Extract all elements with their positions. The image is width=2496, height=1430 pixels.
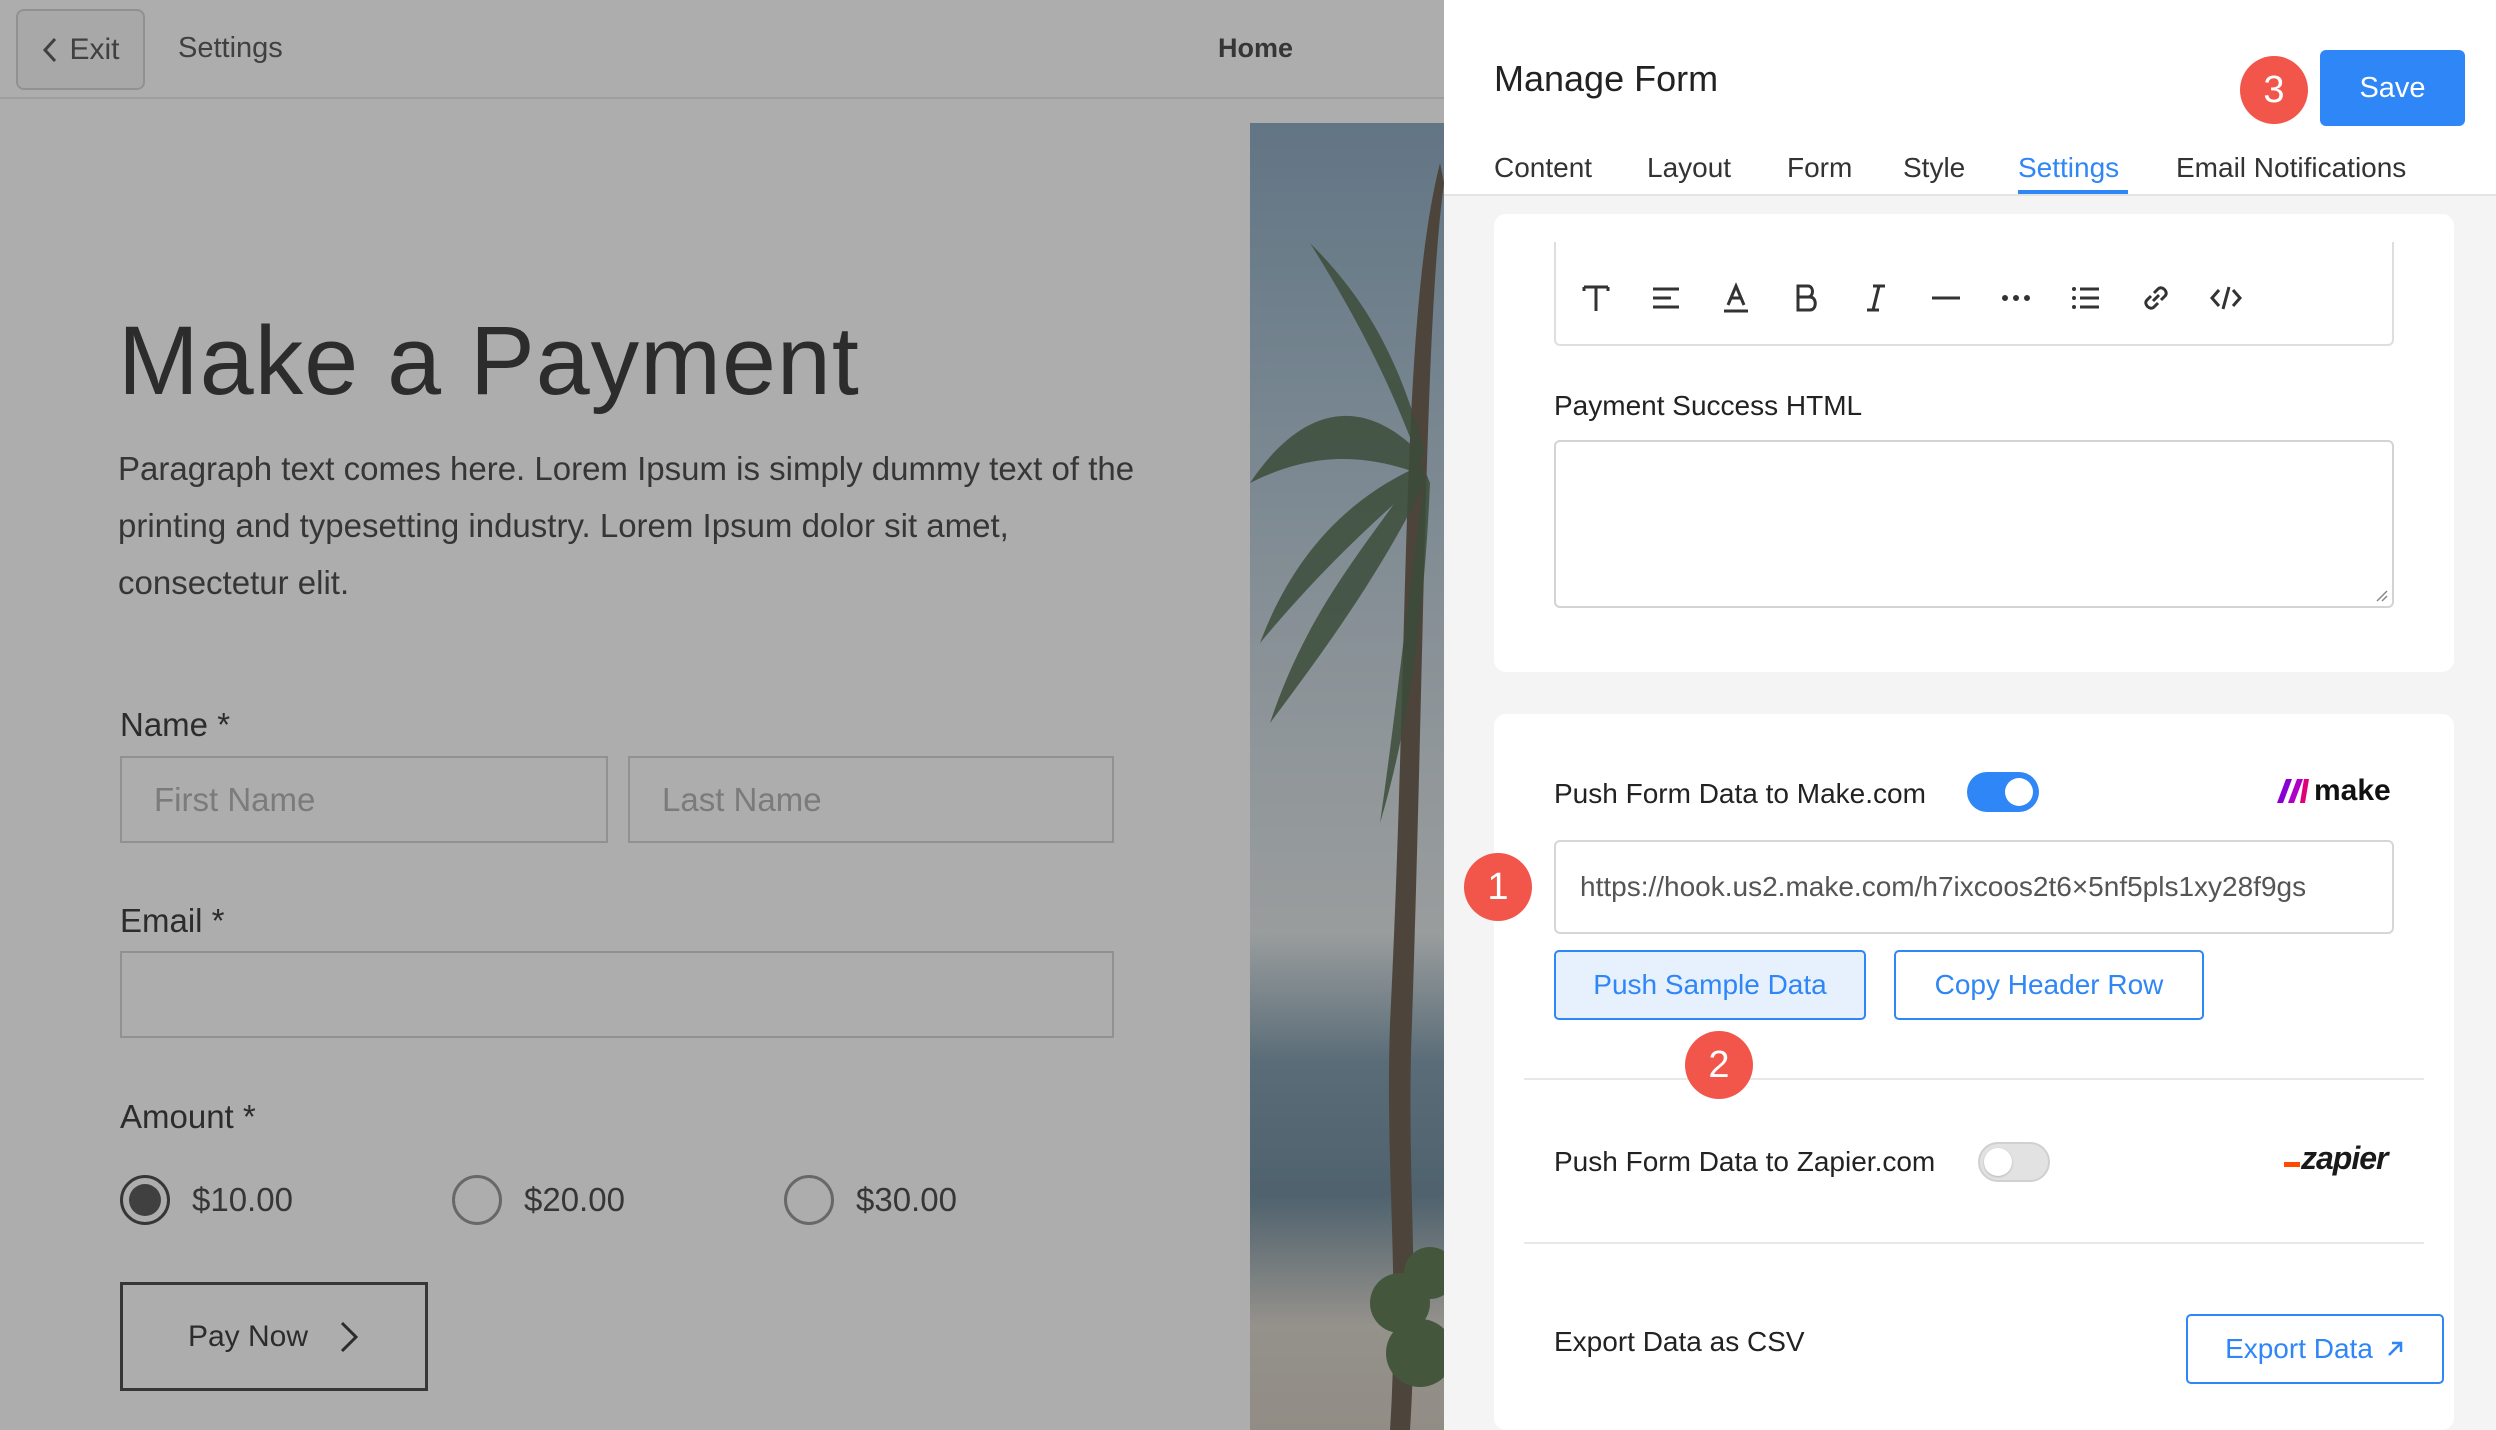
export-data-button[interactable]: Export Data	[2186, 1314, 2444, 1384]
payment-title: Make a Payment	[118, 306, 860, 415]
amount-radio-1[interactable]: $10.00	[120, 1175, 293, 1225]
manage-form-panel: Manage Form Save Content Layout Form Sty…	[1444, 0, 2496, 1430]
active-tab-indicator	[2018, 190, 2128, 194]
text-icon[interactable]	[1578, 280, 1614, 316]
toggle-knob	[1984, 1148, 2012, 1176]
email-input[interactable]	[120, 951, 1114, 1038]
tab-style[interactable]: Style	[1903, 152, 1965, 184]
site-preview: Exit Settings Home Make a Payment Paragr…	[0, 0, 1444, 1430]
amount-label: Amount *	[120, 1098, 256, 1135]
payment-success-textarea[interactable]	[1554, 440, 2394, 608]
email-label: Email *	[120, 902, 225, 939]
zapier-bar-icon	[2284, 1162, 2300, 1167]
align-icon[interactable]	[1648, 280, 1684, 316]
chevron-left-icon	[43, 37, 57, 62]
text-color-icon[interactable]	[1718, 280, 1754, 316]
zapier-logo-text: zapier	[2301, 1140, 2388, 1176]
horizontal-rule-icon[interactable]	[1928, 280, 1964, 316]
panel-title: Manage Form	[1494, 58, 1719, 99]
code-icon[interactable]	[2208, 280, 2244, 316]
copy-header-row-button[interactable]: Copy Header Row	[1894, 950, 2204, 1020]
name-label: Name *	[120, 706, 231, 743]
exit-button[interactable]: Exit	[16, 9, 145, 90]
radio-icon	[452, 1175, 502, 1225]
integrations-card: Push Form Data to Make.com make https://…	[1494, 714, 2454, 1430]
make-logo-icon	[2277, 779, 2309, 803]
step-marker-3: 3	[2240, 56, 2308, 124]
zapier-push-label: Push Form Data to Zapier.com	[1554, 1146, 1936, 1177]
payment-paragraph: Paragraph text comes here. Lorem Ipsum i…	[118, 450, 1135, 601]
make-logo-text: make	[2314, 774, 2391, 807]
pay-now-label: Pay Now	[187, 1319, 309, 1353]
tab-settings[interactable]: Settings	[2018, 152, 2119, 184]
push-sample-data-button[interactable]: Push Sample Data	[1554, 950, 1866, 1020]
more-icon[interactable]	[1998, 280, 2034, 316]
tab-layout[interactable]: Layout	[1647, 152, 1731, 184]
zapier-toggle[interactable]	[1978, 1142, 2050, 1182]
make-webhook-input[interactable]: https://hook.us2.make.com/h7ixcoos2t6×5n…	[1554, 840, 2394, 934]
italic-icon[interactable]	[1858, 280, 1894, 316]
step-marker-1: 1	[1464, 853, 1532, 921]
panel-header: Manage Form Save Content Layout Form Sty…	[1444, 0, 2496, 196]
resize-grip-icon[interactable]	[2372, 586, 2388, 602]
zapier-logo: zapier	[2284, 1140, 2388, 1177]
export-data-label: Export Data	[2225, 1333, 2373, 1364]
amount-radio-3[interactable]: $30.00	[784, 1175, 957, 1225]
amount-radio-2[interactable]: $20.00	[452, 1175, 625, 1225]
editor-topbar: Exit Settings Home	[0, 0, 1444, 99]
amount-option-label: $10.00	[192, 1181, 293, 1218]
external-arrow-icon	[2388, 1341, 2403, 1356]
amount-option-label: $20.00	[524, 1181, 625, 1218]
first-name-input[interactable]: First Name	[120, 756, 608, 843]
amount-option-label: $30.00	[856, 1181, 957, 1218]
editor-toolbar	[1554, 242, 2394, 346]
tab-content[interactable]: Content	[1494, 152, 1592, 184]
beach-photo	[1250, 123, 1444, 1430]
radio-icon	[784, 1175, 834, 1225]
save-button[interactable]: Save	[2320, 50, 2465, 126]
make-toggle[interactable]	[1967, 772, 2039, 812]
divider	[1524, 1078, 2424, 1080]
pay-now-button[interactable]: Pay Now	[120, 1282, 428, 1391]
link-icon[interactable]	[2138, 280, 2174, 316]
make-logo: make	[2274, 774, 2391, 808]
toggle-knob	[2005, 778, 2033, 806]
tab-form[interactable]: Form	[1787, 152, 1852, 184]
chevron-right-icon	[340, 1321, 359, 1352]
export-csv-label: Export Data as CSV	[1554, 1326, 1805, 1357]
bold-icon[interactable]	[1788, 280, 1824, 316]
home-nav-link[interactable]: Home	[1218, 33, 1293, 64]
divider	[1524, 1242, 2424, 1244]
radio-selected-icon	[120, 1175, 170, 1225]
list-icon[interactable]	[2068, 280, 2104, 316]
make-push-label: Push Form Data to Make.com	[1554, 778, 1926, 809]
settings-link[interactable]: Settings	[178, 32, 283, 65]
exit-label: Exit	[69, 32, 120, 66]
tab-email-notifications[interactable]: Email Notifications	[2176, 152, 2406, 184]
payment-success-label: Payment Success HTML	[1554, 390, 1863, 421]
step-marker-2: 2	[1685, 1031, 1753, 1099]
html-settings-card: Payment Success HTML	[1494, 214, 2454, 672]
last-name-input[interactable]: Last Name	[628, 756, 1114, 843]
